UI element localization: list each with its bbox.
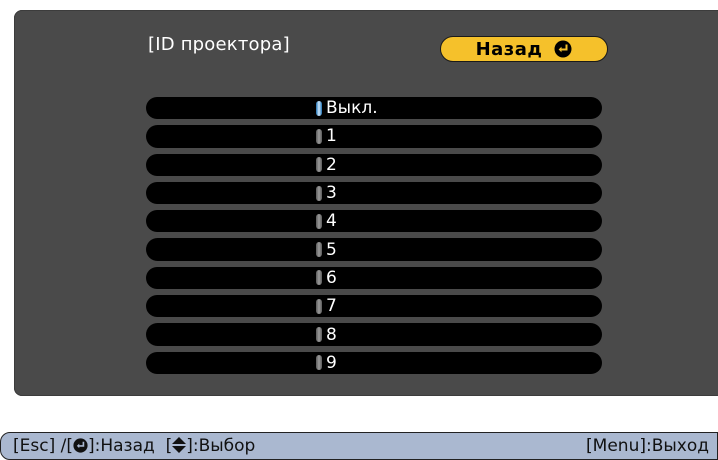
option-label: 5: [326, 239, 337, 260]
help-bar: [Esc] /[ ]:Назад [ ]:Выбор [Menu]:Выход: [0, 432, 718, 460]
radio-icon: [316, 213, 322, 229]
radio-icon: [316, 327, 322, 343]
back-button-label: Назад: [475, 38, 543, 60]
radio-icon: [316, 355, 322, 371]
option-label: 7: [326, 296, 337, 317]
list-item[interactable]: 1: [146, 122, 602, 150]
help-back-text: ]:Назад [: [87, 436, 173, 456]
help-left-text: [Esc] /[ ]:Назад [ ]:Выбор: [13, 436, 255, 456]
radio-icon: [316, 157, 322, 173]
list-item[interactable]: 4: [146, 207, 602, 235]
enter-icon: [554, 40, 572, 58]
list-item[interactable]: 8: [146, 320, 602, 348]
help-select-text: ]:Выбор: [186, 436, 256, 456]
help-esc-text: [Esc] /[: [13, 436, 73, 456]
projector-id-list: Выкл. 1 2 3 4 5 6 7 8 9: [146, 94, 602, 377]
option-label: 8: [326, 324, 337, 345]
option-label: 3: [326, 183, 337, 204]
option-label: 9: [326, 352, 337, 373]
enter-icon: [73, 438, 88, 453]
up-down-arrow-icon: [172, 437, 187, 453]
list-item[interactable]: 5: [146, 235, 602, 263]
radio-icon: [316, 185, 322, 201]
option-label: 2: [326, 154, 337, 175]
projector-menu-screen: [ID проектора] Назад Выкл. 1 2 3 4 5 6 7…: [0, 0, 718, 460]
radio-icon: [316, 270, 322, 286]
list-item[interactable]: 3: [146, 179, 602, 207]
option-label: 4: [326, 211, 337, 232]
list-item[interactable]: 6: [146, 264, 602, 292]
list-item[interactable]: Выкл.: [146, 94, 602, 122]
option-label: 1: [326, 126, 337, 147]
list-item[interactable]: 2: [146, 151, 602, 179]
radio-icon: [316, 128, 322, 144]
radio-selected-icon: [316, 100, 322, 116]
page-title: [ID проектора]: [148, 34, 290, 55]
option-label: 6: [326, 267, 337, 288]
option-label: Выкл.: [326, 98, 378, 119]
radio-icon: [316, 242, 322, 258]
list-item[interactable]: 7: [146, 292, 602, 320]
radio-icon: [316, 298, 322, 314]
list-item[interactable]: 9: [146, 349, 602, 377]
back-button[interactable]: Назад: [440, 36, 608, 62]
help-exit-text: [Menu]:Выход: [586, 436, 709, 456]
